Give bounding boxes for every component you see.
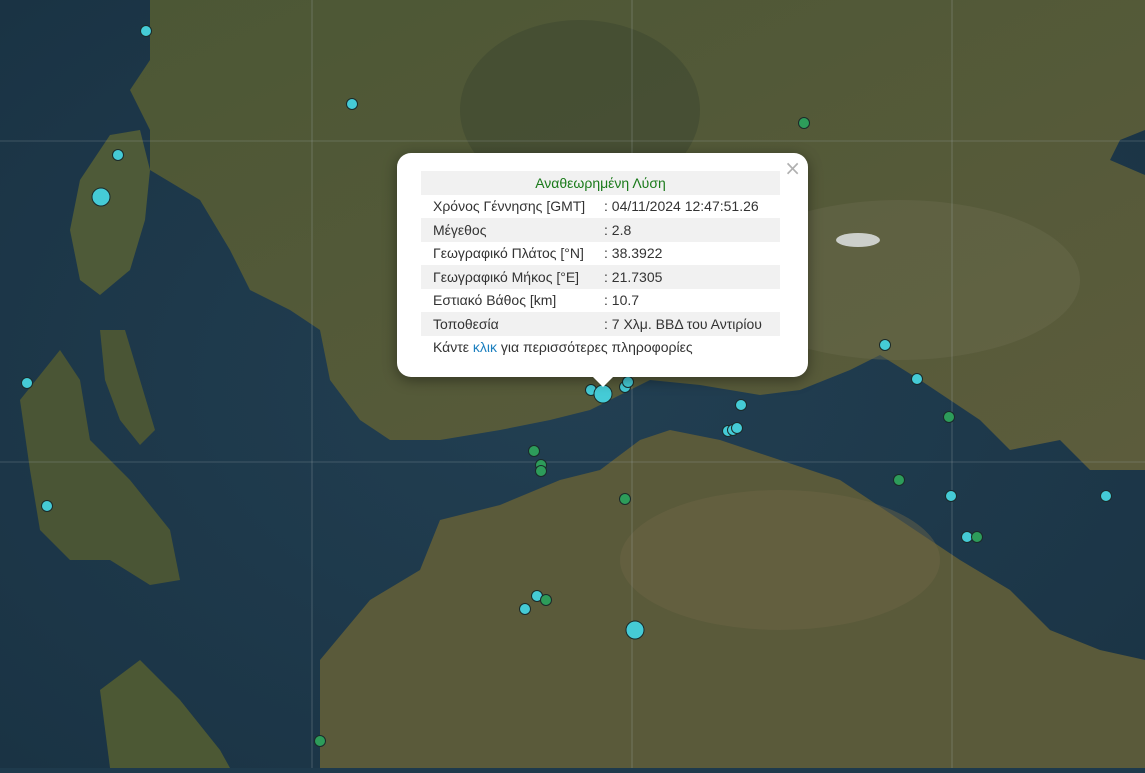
earthquake-marker bbox=[314, 735, 326, 747]
detail-value: : 21.7305 bbox=[604, 265, 780, 289]
detail-value: : 10.7 bbox=[604, 292, 640, 309]
snow-patch bbox=[836, 233, 880, 247]
earthquake-marker bbox=[731, 422, 743, 434]
detail-value: : 38.3922 bbox=[604, 245, 663, 262]
earthquake-marker bbox=[945, 490, 957, 502]
earthquake-popup: × Αναθεωρημένη Λύση Χρόνος Γέννησης [GMT… bbox=[397, 153, 808, 387]
earthquake-marker bbox=[519, 603, 531, 615]
earthquake-marker bbox=[619, 493, 631, 505]
earthquake-marker bbox=[961, 531, 973, 543]
satellite-map bbox=[0, 0, 1145, 768]
earthquake-marker bbox=[893, 474, 905, 486]
more-info-suffix: για περισσότερες πληροφορίες bbox=[497, 339, 693, 356]
earthquake-marker bbox=[971, 531, 983, 543]
popup-title: Αναθεωρημένη Λύση bbox=[421, 171, 780, 195]
detail-value: : 04/11/2024 12:47:51.26 bbox=[604, 198, 759, 215]
earthquake-marker bbox=[540, 594, 552, 606]
detail-value: : 2.8 bbox=[604, 218, 780, 242]
earthquake-marker bbox=[593, 384, 613, 404]
detail-label: Χρόνος Γέννησης [GMT] bbox=[433, 198, 586, 215]
detail-row: Εστιακό Βάθος [km] : 10.7 bbox=[421, 289, 780, 313]
earthquake-details-table: Αναθεωρημένη Λύση Χρόνος Γέννησης [GMT] … bbox=[421, 171, 780, 359]
earthquake-marker bbox=[140, 25, 152, 37]
earthquake-marker bbox=[625, 620, 645, 640]
detail-label: Εστιακό Βάθος [km] bbox=[433, 292, 557, 309]
earthquake-marker bbox=[91, 187, 111, 207]
more-info-text: Κάντε κλικ για περισσότερες πληροφορίες bbox=[421, 336, 780, 360]
earthquake-marker bbox=[735, 399, 747, 411]
earthquake-marker bbox=[879, 339, 891, 351]
popup-title-row: Αναθεωρημένη Λύση bbox=[421, 171, 780, 195]
more-info-row: Κάντε κλικ για περισσότερες πληροφορίες bbox=[421, 336, 780, 360]
detail-row: Γεωγραφικό Πλάτος [°N] : 38.3922 bbox=[421, 242, 780, 266]
detail-label: Γεωγραφικό Πλάτος [°N] bbox=[433, 245, 584, 262]
more-info-prefix: Κάντε bbox=[433, 339, 473, 356]
earthquake-marker bbox=[112, 149, 124, 161]
popup-tip bbox=[593, 377, 613, 387]
earthquake-marker bbox=[911, 373, 923, 385]
more-info-link[interactable]: κλικ bbox=[473, 339, 497, 355]
earthquake-marker bbox=[943, 411, 955, 423]
mountain-shade bbox=[620, 490, 940, 630]
earthquake-marker bbox=[528, 445, 540, 457]
earthquake-marker bbox=[41, 500, 53, 512]
earthquake-marker bbox=[21, 377, 33, 389]
detail-row: Χρόνος Γέννησης [GMT] : 04/11/2024 12:47… bbox=[421, 195, 780, 219]
detail-row: Γεωγραφικό Μήκος [°E] : 21.7305 bbox=[421, 265, 780, 289]
detail-label: Μέγεθος bbox=[421, 218, 604, 242]
detail-value: : 7 Χλμ. ΒΒΔ του Αντιρίου bbox=[604, 312, 780, 336]
detail-label: Τοποθεσία bbox=[421, 312, 604, 336]
close-icon[interactable]: × bbox=[784, 158, 801, 178]
map-view[interactable] bbox=[0, 0, 1145, 768]
detail-row: Τοποθεσία : 7 Χλμ. ΒΒΔ του Αντιρίου bbox=[421, 312, 780, 336]
detail-row: Μέγεθος : 2.8 bbox=[421, 218, 780, 242]
earthquake-marker bbox=[346, 98, 358, 110]
earthquake-marker bbox=[798, 117, 810, 129]
earthquake-marker bbox=[622, 376, 634, 388]
earthquake-marker bbox=[535, 465, 547, 477]
detail-label: Γεωγραφικό Μήκος [°E] bbox=[421, 265, 604, 289]
earthquake-marker bbox=[1100, 490, 1112, 502]
